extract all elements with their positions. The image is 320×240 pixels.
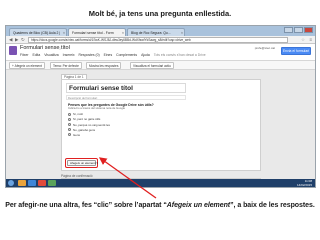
clock-date: 14/02/2015 <box>296 183 312 187</box>
browser-tabbar: Quaderns de Bloc (CB) Aula 2 | × Formula… <box>6 26 315 36</box>
caption-bottom-emphasis: Afegeix un element <box>166 202 231 209</box>
menu-item-edit[interactable]: Edita <box>32 53 40 57</box>
back-icon[interactable]: ◀ <box>9 37 12 43</box>
close-tab-icon[interactable]: × <box>63 29 65 36</box>
form-card: Formulari sense títol Descripció del for… <box>61 79 261 171</box>
add-item-button[interactable]: Afegeix un element ▾ <box>67 160 98 166</box>
form-title-field[interactable]: Formulari sense títol <box>66 83 186 93</box>
close-window-icon[interactable] <box>304 27 313 33</box>
app-taskbar-icon[interactable] <box>48 180 56 186</box>
form-toolbar: + Afegeix un element Tema: Per defecte M… <box>6 61 315 70</box>
option-label: Gens <box>73 132 80 137</box>
app-menu-bar: Fitxer Edita Visualitza Insereix Respost… <box>20 53 206 57</box>
view-live-form-button[interactable]: Visualitza el formulari actiu <box>130 62 174 69</box>
save-status: Tots els canvis s'han desat a Drive <box>153 53 206 57</box>
start-button-icon[interactable] <box>8 180 14 186</box>
browser-tab-1[interactable]: Quaderns de Bloc (CB) Aula 2 | × <box>9 28 67 36</box>
browser-tab-2[interactable]: Formulari sense títol - Form × <box>68 28 126 36</box>
form-editor: Pàgina 1 de 1 Formulari sense títol Desc… <box>6 70 315 187</box>
address-bar: ◀ ▶ ↻ https://docs.google.com/a/xtec.cat… <box>6 36 315 44</box>
window-controls <box>284 27 313 33</box>
menu-item-insert[interactable]: Insereix <box>63 53 75 57</box>
close-tab-icon[interactable]: × <box>181 29 183 36</box>
caption-top: Molt bé, ja tens una pregunta enllestida… <box>88 9 232 18</box>
browser-tab-label: Quaderns de Bloc (CB) Aula 2 | <box>13 31 61 35</box>
menu-item-help[interactable]: Ajuda <box>141 53 150 57</box>
chrome-taskbar-icon[interactable] <box>38 180 46 186</box>
caption-bottom-part1: Per afegir-ne una altra, fes “clic” sobr… <box>5 202 167 209</box>
forward-icon[interactable]: ▶ <box>15 37 18 43</box>
document-title[interactable]: Formulari sense títol <box>20 45 70 51</box>
menu-item-tools[interactable]: Eines <box>104 53 112 57</box>
view-responses-button[interactable]: Mostra les respostes <box>86 62 122 69</box>
option-label: Sí, molt <box>73 112 83 117</box>
maximize-icon[interactable] <box>294 27 303 33</box>
user-email[interactable]: profe@xtec.cat <box>255 46 275 50</box>
form-description-field[interactable]: Descripció del formulari <box>66 95 186 100</box>
browser-menu-icon[interactable]: ≡ <box>309 37 312 43</box>
browser-tab-label: Blog de Roc Segura: Qu... <box>131 31 171 35</box>
radio-button[interactable] <box>68 112 71 116</box>
taskbar-clock: 11:08 14/02/2015 <box>297 179 312 187</box>
close-tab-icon[interactable]: × <box>122 29 124 36</box>
menu-item-file[interactable]: Fitxer <box>20 53 28 57</box>
add-item-toolbar-button[interactable]: + Afegeix un element <box>9 62 45 69</box>
option-label: No, gairebé gens <box>73 127 96 132</box>
radio-button[interactable] <box>68 133 71 137</box>
url-input[interactable]: https://docs.google.com/a/xtec.cat/forms… <box>28 37 288 43</box>
app-header: Formulari sense títol ☆ Fitxer Edita Vis… <box>6 44 315 61</box>
option-label: No, perquè no vaig sentir-les <box>73 122 110 127</box>
send-form-button[interactable]: Envia el formulari <box>281 47 311 55</box>
caption-bottom: Per afegir-ne una altra, fes “clic” sobr… <box>0 202 320 209</box>
minimize-icon[interactable] <box>284 27 293 33</box>
star-document-icon[interactable]: ☆ <box>58 46 62 51</box>
option-row: Gens <box>68 132 178 137</box>
ie-taskbar-icon[interactable] <box>28 180 36 186</box>
browser-tab-label: Formulari sense títol - Form <box>72 31 114 35</box>
menu-item-addons[interactable]: Complements <box>116 53 137 57</box>
forms-logo-icon[interactable] <box>9 46 17 55</box>
radio-button[interactable] <box>68 128 71 132</box>
radio-button[interactable] <box>68 123 71 127</box>
screenshot-frame: Quaderns de Bloc (CB) Aula 2 | × Formula… <box>5 25 316 188</box>
browser-tab-3[interactable]: Blog de Roc Segura: Qu... × <box>127 28 185 36</box>
theme-button[interactable]: Tema: Per defecte <box>50 62 82 69</box>
question-help-text: Indica-ho a través del sistema nota de G… <box>68 106 126 110</box>
radio-button[interactable] <box>68 117 71 121</box>
menu-item-view[interactable]: Visualitza <box>44 53 58 57</box>
menu-item-responses[interactable]: Respostes (0) <box>79 53 100 57</box>
form-title: Formulari sense títol <box>69 85 133 92</box>
caption-bottom-part2: ”, a baix de les respostes. <box>230 202 315 209</box>
windows-taskbar: 11:08 14/02/2015 <box>6 179 315 187</box>
explorer-taskbar-icon[interactable] <box>18 180 26 186</box>
bookmark-star-icon[interactable]: ☆ <box>301 37 305 43</box>
option-label: Sí, però no gaire útils <box>73 117 101 122</box>
reload-icon[interactable]: ↻ <box>21 37 25 43</box>
question-item[interactable]: Penses que les preguntes de Google Drive… <box>68 103 178 154</box>
